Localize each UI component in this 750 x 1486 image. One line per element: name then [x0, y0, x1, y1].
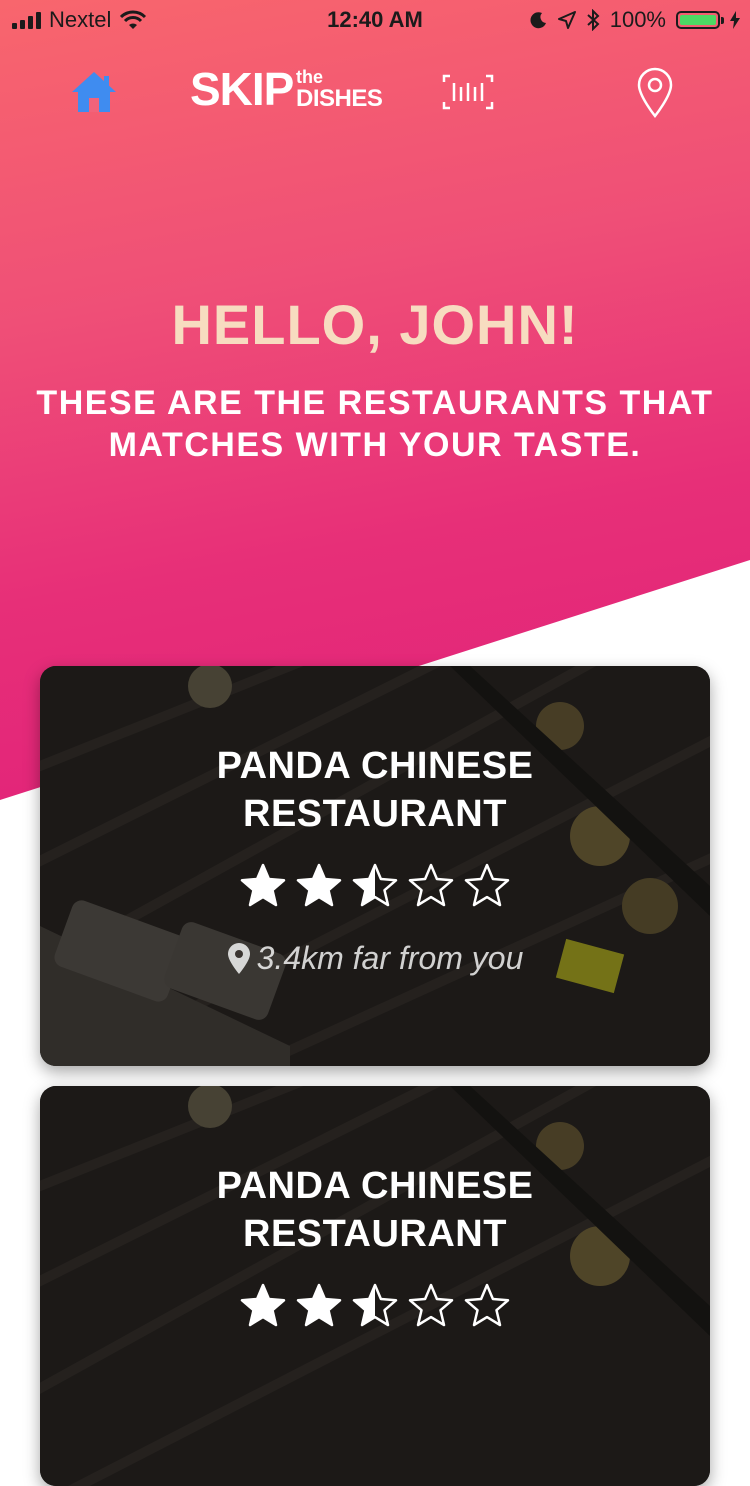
battery-level [680, 15, 716, 25]
logo-dishes: DISHES [296, 85, 383, 112]
star-empty-icon [408, 1283, 454, 1327]
location-pin-icon[interactable] [636, 66, 674, 118]
restaurant-card[interactable]: PANDA CHINESE RESTAURANT 3.4km far from … [40, 666, 710, 1066]
restaurant-card[interactable]: PANDA CHINESE RESTAURANT [40, 1086, 710, 1486]
rating-stars [40, 1282, 710, 1330]
scan-icon[interactable] [442, 74, 494, 110]
star-full-icon [240, 1283, 286, 1327]
star-empty-icon [464, 1283, 510, 1327]
rating-stars [40, 862, 710, 910]
restaurant-name-line-1: PANDA CHINESE [216, 745, 534, 787]
subtitle-line-1: THESE ARE THE RESTAURANTS THAT [36, 384, 714, 422]
subtitle-line-2: MATCHES WITH YOUR TASTE. [108, 426, 642, 464]
restaurant-name: PANDA CHINESE RESTAURANT [40, 1162, 710, 1258]
restaurant-name: PANDA CHINESE RESTAURANT [40, 742, 710, 838]
app-logo[interactable]: SKIP the DISHES [190, 63, 383, 115]
status-bar: Nextel 12:40 AM 100% [0, 0, 750, 40]
logo-skip: SKIP [190, 63, 294, 115]
star-empty-icon [408, 863, 454, 907]
subtitle: THESE ARE THE RESTAURANTS THAT MATCHES W… [20, 382, 730, 466]
star-empty-icon [464, 863, 510, 907]
logo-the: the [296, 67, 323, 87]
star-full-icon [240, 863, 286, 907]
restaurant-name-line-1: PANDA CHINESE [216, 1165, 534, 1207]
battery-percent: 100% [609, 7, 666, 32]
home-icon[interactable] [70, 68, 118, 116]
location-arrow-icon [557, 11, 576, 29]
charging-icon [730, 11, 740, 29]
distance-text: 3.4km far from you [256, 940, 524, 976]
battery-icon [676, 11, 724, 29]
restaurant-name-line-2: RESTAURANT [243, 793, 507, 835]
star-half-icon [352, 863, 398, 907]
star-half-icon [352, 1283, 398, 1327]
map-marker-icon [227, 942, 250, 974]
moon-icon [530, 12, 546, 29]
restaurant-name-line-2: RESTAURANT [243, 1213, 507, 1255]
greeting-heading: HELLO, JOHN! [171, 293, 579, 356]
distance-row: 3.4km far from you [40, 940, 710, 977]
star-full-icon [296, 1283, 342, 1327]
status-right: 100% [530, 7, 740, 33]
star-full-icon [296, 863, 342, 907]
bluetooth-icon [587, 9, 600, 31]
